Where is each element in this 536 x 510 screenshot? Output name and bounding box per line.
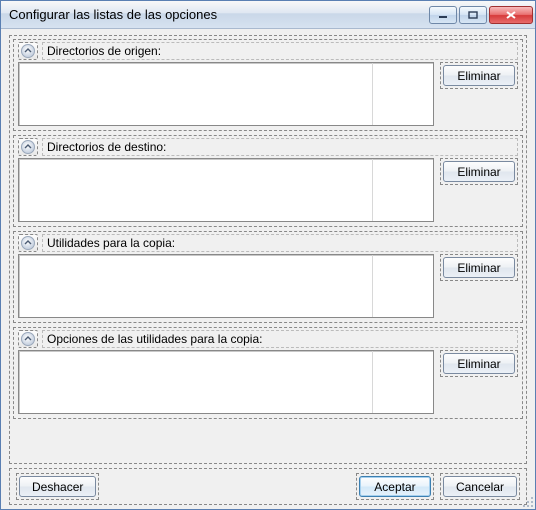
chevron-up-icon [21,140,35,154]
collapse-button[interactable] [18,234,38,252]
section-header: Directorios de destino: [18,138,518,156]
maximize-button[interactable] [459,6,487,24]
section-body: Eliminar [18,158,518,222]
minimize-icon [438,11,448,19]
section-header: Opciones de las utilidades para la copia… [18,330,518,348]
resize-grip-icon[interactable] [520,494,534,508]
column-separator [372,63,373,125]
collapse-button[interactable] [18,42,38,60]
maximize-icon [468,11,478,19]
copy-utils-list[interactable] [18,254,434,318]
close-button[interactable] [489,6,533,24]
section-title: Directorios de origen: [42,42,518,60]
chevron-up-icon [21,236,35,250]
window: Configurar las listas de las opciones [0,0,536,510]
section-body: Eliminar [18,62,518,126]
section-source-dirs: Directorios de origen: Eliminar [13,39,523,131]
accept-button[interactable]: Aceptar [359,476,431,497]
undo-button[interactable]: Deshacer [19,476,96,497]
section-title: Utilidades para la copia: [42,234,518,252]
section-header: Directorios de origen: [18,42,518,60]
section-body: Eliminar [18,254,518,318]
close-icon [505,10,517,20]
collapse-button[interactable] [18,330,38,348]
client-area: Directorios de origen: Eliminar [1,29,535,509]
dest-dirs-list[interactable] [18,158,434,222]
delete-button[interactable]: Eliminar [443,65,515,86]
section-copy-utils: Utilidades para la copia: Eliminar [13,231,523,323]
column-separator [372,351,373,413]
section-header: Utilidades para la copia: [18,234,518,252]
section-title: Opciones de las utilidades para la copia… [42,330,518,348]
titlebar: Configurar las listas de las opciones [1,1,535,29]
delete-wrap: Eliminar [440,350,518,377]
chevron-up-icon [21,332,35,346]
chevron-up-icon [21,44,35,58]
undo-wrap: Deshacer [16,473,99,500]
column-separator [372,255,373,317]
minimize-button[interactable] [429,6,457,24]
delete-wrap: Eliminar [440,62,518,89]
column-separator [372,159,373,221]
delete-wrap: Eliminar [440,158,518,185]
sections-container: Directorios de origen: Eliminar [9,35,527,464]
cancel-button[interactable]: Cancelar [443,476,517,497]
delete-wrap: Eliminar [440,254,518,281]
bottom-bar: Deshacer Aceptar Cancelar [9,468,527,505]
copy-util-options-list[interactable] [18,350,434,414]
section-title: Directorios de destino: [42,138,518,156]
accept-wrap: Aceptar [356,473,434,500]
window-title: Configurar las listas de las opciones [9,7,429,22]
section-dest-dirs: Directorios de destino: Eliminar [13,135,523,227]
source-dirs-list[interactable] [18,62,434,126]
cancel-wrap: Cancelar [440,473,520,500]
delete-button[interactable]: Eliminar [443,161,515,182]
delete-button[interactable]: Eliminar [443,257,515,278]
section-copy-util-options: Opciones de las utilidades para la copia… [13,327,523,419]
collapse-button[interactable] [18,138,38,156]
section-body: Eliminar [18,350,518,414]
window-controls [429,6,533,24]
confirm-buttons: Aceptar Cancelar [356,473,520,500]
delete-button[interactable]: Eliminar [443,353,515,374]
